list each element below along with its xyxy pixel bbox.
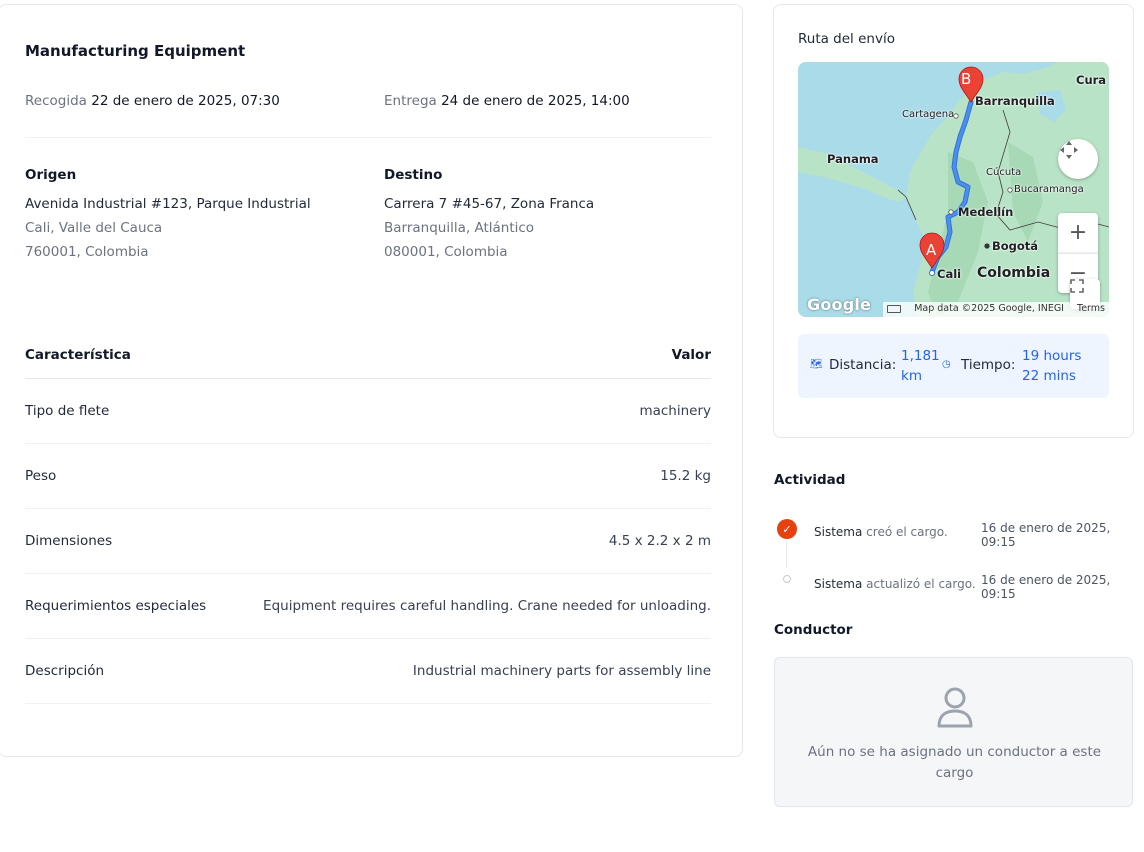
route-map[interactable]: B A Cura Barranquilla Cartagena Panama C… [798,62,1109,317]
row-key: Requerimientos especiales [25,598,207,614]
delivery-value: 24 de enero de 2025, 14:00 [441,93,630,109]
route-card: Ruta del envío B A Cura Barranquilla Car… [773,4,1134,438]
map-label-bucaramanga: Bucaramanga [1014,184,1084,195]
cargo-title: Manufacturing Equipment [25,42,246,60]
map-label-cartagena: Cartagena [902,109,955,120]
table-row: Dimensiones 4.5 x 2.2 x 2 m [25,509,711,574]
schedule-row: Recogida 22 de enero de 2025, 07:30 Entr… [25,93,711,113]
google-logo: Google [807,295,872,314]
row-value: 15.2 kg [660,468,711,484]
origin-address: Origen Avenida Industrial #123, Parque I… [25,166,311,264]
row-value: machinery [639,403,711,419]
route-title: Ruta del envío [798,31,895,47]
activity-item: ✓ Sistema creó el cargo. 16 de enero de … [774,519,1144,549]
destination-line3: 080001, Colombia [384,244,508,260]
activity-timeline-line [786,541,787,568]
pickup-label: Recogida [25,93,87,109]
activity-actor: Sistema [814,525,863,539]
check-icon: ✓ [777,519,797,539]
activity-actor: Sistema [814,577,863,591]
map-label-barranquilla: Barranquilla [975,94,1055,108]
table-row: Descripción Industrial machinery parts f… [25,639,711,704]
table-row: Tipo de flete machinery [25,379,711,444]
table-row: Requerimientos especiales Equipment requ… [25,574,711,639]
terms-link[interactable]: Terms [1077,303,1105,314]
map-label-colombia: Colombia [977,265,1051,281]
row-key: Tipo de flete [25,403,110,419]
origin-line3: 760001, Colombia [25,244,149,260]
distance-label: Distancia: [829,357,897,373]
divider [25,137,711,138]
row-value: Equipment requires careful handling. Cra… [263,598,711,614]
header-characteristic: Característica [25,346,131,363]
fullscreen-icon [1070,279,1084,293]
pickup-date: Recogida 22 de enero de 2025, 07:30 [25,93,280,109]
row-value: Industrial machinery parts for assembly … [412,663,711,679]
row-key: Peso [25,468,57,484]
pan-arrows-icon [1060,141,1078,159]
map-label-medellin: Medellín [958,205,1014,219]
activity-time: 16 de enero de 2025, 09:15 [981,573,1111,601]
activity-time: 16 de enero de 2025, 09:15 [981,521,1111,549]
zoom-in-icon: + [1068,220,1088,245]
delivery-label: Entrega [384,93,437,109]
origin-line2: Cali, Valle del Cauca [25,220,163,236]
activity-text: Sistema actualizó el cargo. [814,577,976,591]
zoom-in-button[interactable]: + [1058,213,1098,253]
table-row: Peso 15.2 kg [25,444,711,509]
activity-verb: actualizó el cargo. [866,577,976,591]
map-label-cucuta: Cúcuta [986,167,1022,178]
specs-table: Característica Valor Tipo de flete machi… [25,331,711,704]
map-pan-control[interactable] [1058,139,1098,179]
map-icon: 🗺 [810,359,823,370]
destination-heading: Destino [384,167,443,183]
clock-icon: ◷ [942,359,951,370]
row-key: Descripción [25,663,105,679]
time-value: 19 hours 22 mins [1022,348,1082,384]
route-summary: 🗺 Distancia: 1,181 km ◷ Tiempo: 19 hours… [798,334,1109,398]
user-icon [937,687,973,728]
destination-address: Destino Carrera 7 #45-67, Zona Franca Ba… [384,166,594,264]
header-value: Valor [671,346,711,363]
keyboard-icon[interactable] [887,304,902,313]
table-header: Característica Valor [25,331,711,379]
driver-title: Conductor [774,622,853,638]
cargo-details-card: Manufacturing Equipment Recogida 22 de e… [0,4,743,757]
map-label-cali: Cali [937,267,962,281]
destination-line1: Carrera 7 #45-67, Zona Franca [384,196,595,212]
origin-heading: Origen [25,167,77,183]
marker-b-label: B [961,70,972,88]
row-value: 4.5 x 2.2 x 2 m [608,533,711,549]
origin-line1: Avenida Industrial #123, Parque Industri… [25,196,311,212]
distance-value: 1,181 km [901,348,940,384]
delivery-date: Entrega 24 de enero de 2025, 14:00 [384,93,630,109]
pickup-value: 22 de enero de 2025, 07:30 [91,93,280,109]
driver-empty-card: Aún no se ha asignado un conductor a est… [774,657,1133,807]
pending-dot-icon [783,575,791,583]
attribution-text: Map data ©2025 Google, INEGI [914,303,1064,314]
destination-line2: Barranquilla, Atlántico [384,220,535,236]
marker-a-label: A [926,241,937,259]
activity-text: Sistema creó el cargo. [814,525,948,539]
activity-verb: creó el cargo. [866,525,948,539]
activity-title: Actividad [774,472,846,488]
map-label-bogota: Bogotá [992,239,1039,253]
map-label-cura: Cura [1076,73,1107,87]
row-key: Dimensiones [25,533,113,549]
driver-empty-text: Aún no se ha asignado un conductor a est… [807,744,1102,781]
time-label: Tiempo: [961,357,1016,373]
activity-item: Sistema actualizó el cargo. 16 de enero … [774,571,1144,601]
map-attribution: Map data ©2025 Google, INEGI Terms [883,302,1109,317]
map-label-panama: Panama [827,152,879,166]
